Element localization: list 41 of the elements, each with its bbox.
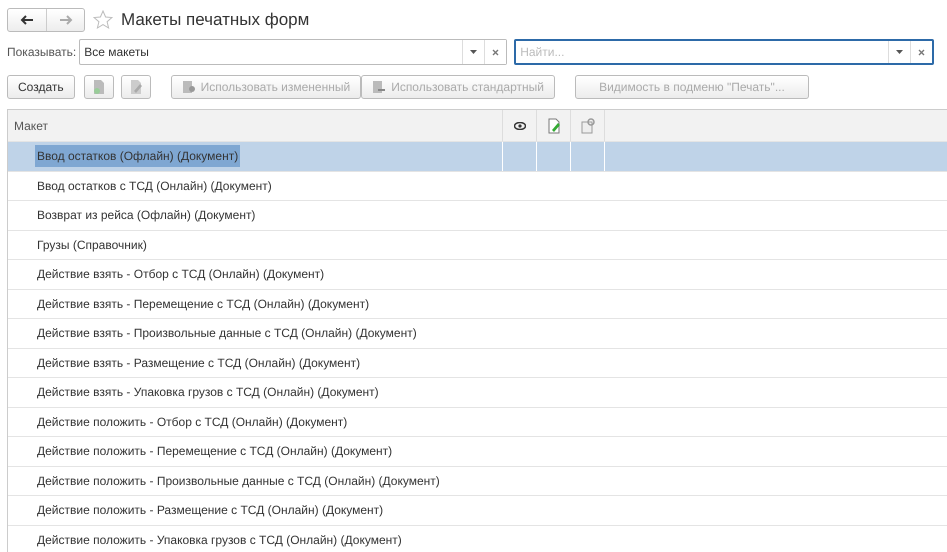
filter-field[interactable]: Все макеты [79,39,508,65]
table-row[interactable]: Действие положить - Произвольные данные с ТСД (Онлайн) (Документ) [8,466,947,496]
table-cell-text: Действие взять - Размещение с ТСД (Онлайн) (Документ) [36,354,362,372]
table-cell-text: Действие взять - Упаковка грузов с ТСД (Онлайн) (Документ) [36,384,380,402]
table-cell-text: Действие положить - Перемещение с ТСД (Онлайн) (Документ) [36,443,394,460]
table-cell-text: Действие взять - Отбор с ТСД (Онлайн) (Документ) [36,266,326,284]
table-row[interactable]: Действие положить - Отбор с ТСД (Онлайн) (Документ) [8,408,947,437]
window-title: Макеты печатных форм [121,10,310,30]
create-button[interactable]: Создать [7,75,75,99]
table-row[interactable]: Ввод остатков с ТСД (Онлайн) (Документ) [8,172,947,201]
table-cell-text: Возврат из рейса (Офлайн) (Документ) [36,207,256,224]
document-add-icon [92,79,106,95]
table-cell-text: Действие положить - Упаковка грузов с ТСД (Онлайн) (Документ) [36,532,403,549]
eye-icon [514,122,526,130]
back-arrow-icon [20,15,34,25]
table-row[interactable]: Грузы (Справочник) [8,230,947,260]
edit-button[interactable] [120,75,151,99]
table-cell-text: Грузы (Справочник) [36,236,148,254]
column-header: Макет [8,110,503,141]
document-edit-icon [128,79,143,95]
table-cell-text: Действие взять - Перемещение с ТСД (Онлайн) (Документ) [36,296,370,313]
table-cell: Ввод остатков (Офлайн) (Документ) [35,145,240,168]
search-field[interactable]: Найти... [514,39,934,65]
table-cell-text: Действие положить - Размещение с ТСД (Онлайн) (Документ) [36,502,384,520]
table-cell-text: Действие положить - Отбор с ТСД (Онлайн) (Документ) [36,414,348,431]
filter-label: Показывать: [7,45,76,59]
table-cell-text: Ввод остатков с ТСД (Онлайн) (Документ) [36,178,273,195]
table-row[interactable]: Действие взять - Перемещение с ТСД (Онлайн) (Документ) [8,290,947,319]
table-row[interactable]: Действие взять - Размещение с ТСД (Онлайн) (Документ) [8,348,947,378]
table-cell-text: Действие положить - Произвольные данные с ТСД (Онлайн) (Документ) [36,472,441,490]
caret-icon [470,50,478,54]
favorite-star-icon[interactable] [93,10,113,30]
close-icon [492,48,500,56]
document-edit-icon [546,118,560,134]
clear-button[interactable] [484,40,506,64]
table-cell-text: Действие взять - Произвольные данные с ТСД (Онлайн) (Документ) [36,325,418,342]
forward-arrow-icon [58,15,72,25]
table-row[interactable]: Ввод остатков (Офлайн) (Документ) [8,142,947,172]
close-icon [918,48,926,56]
document-gear-icon [580,118,594,134]
caret-icon [896,50,904,54]
